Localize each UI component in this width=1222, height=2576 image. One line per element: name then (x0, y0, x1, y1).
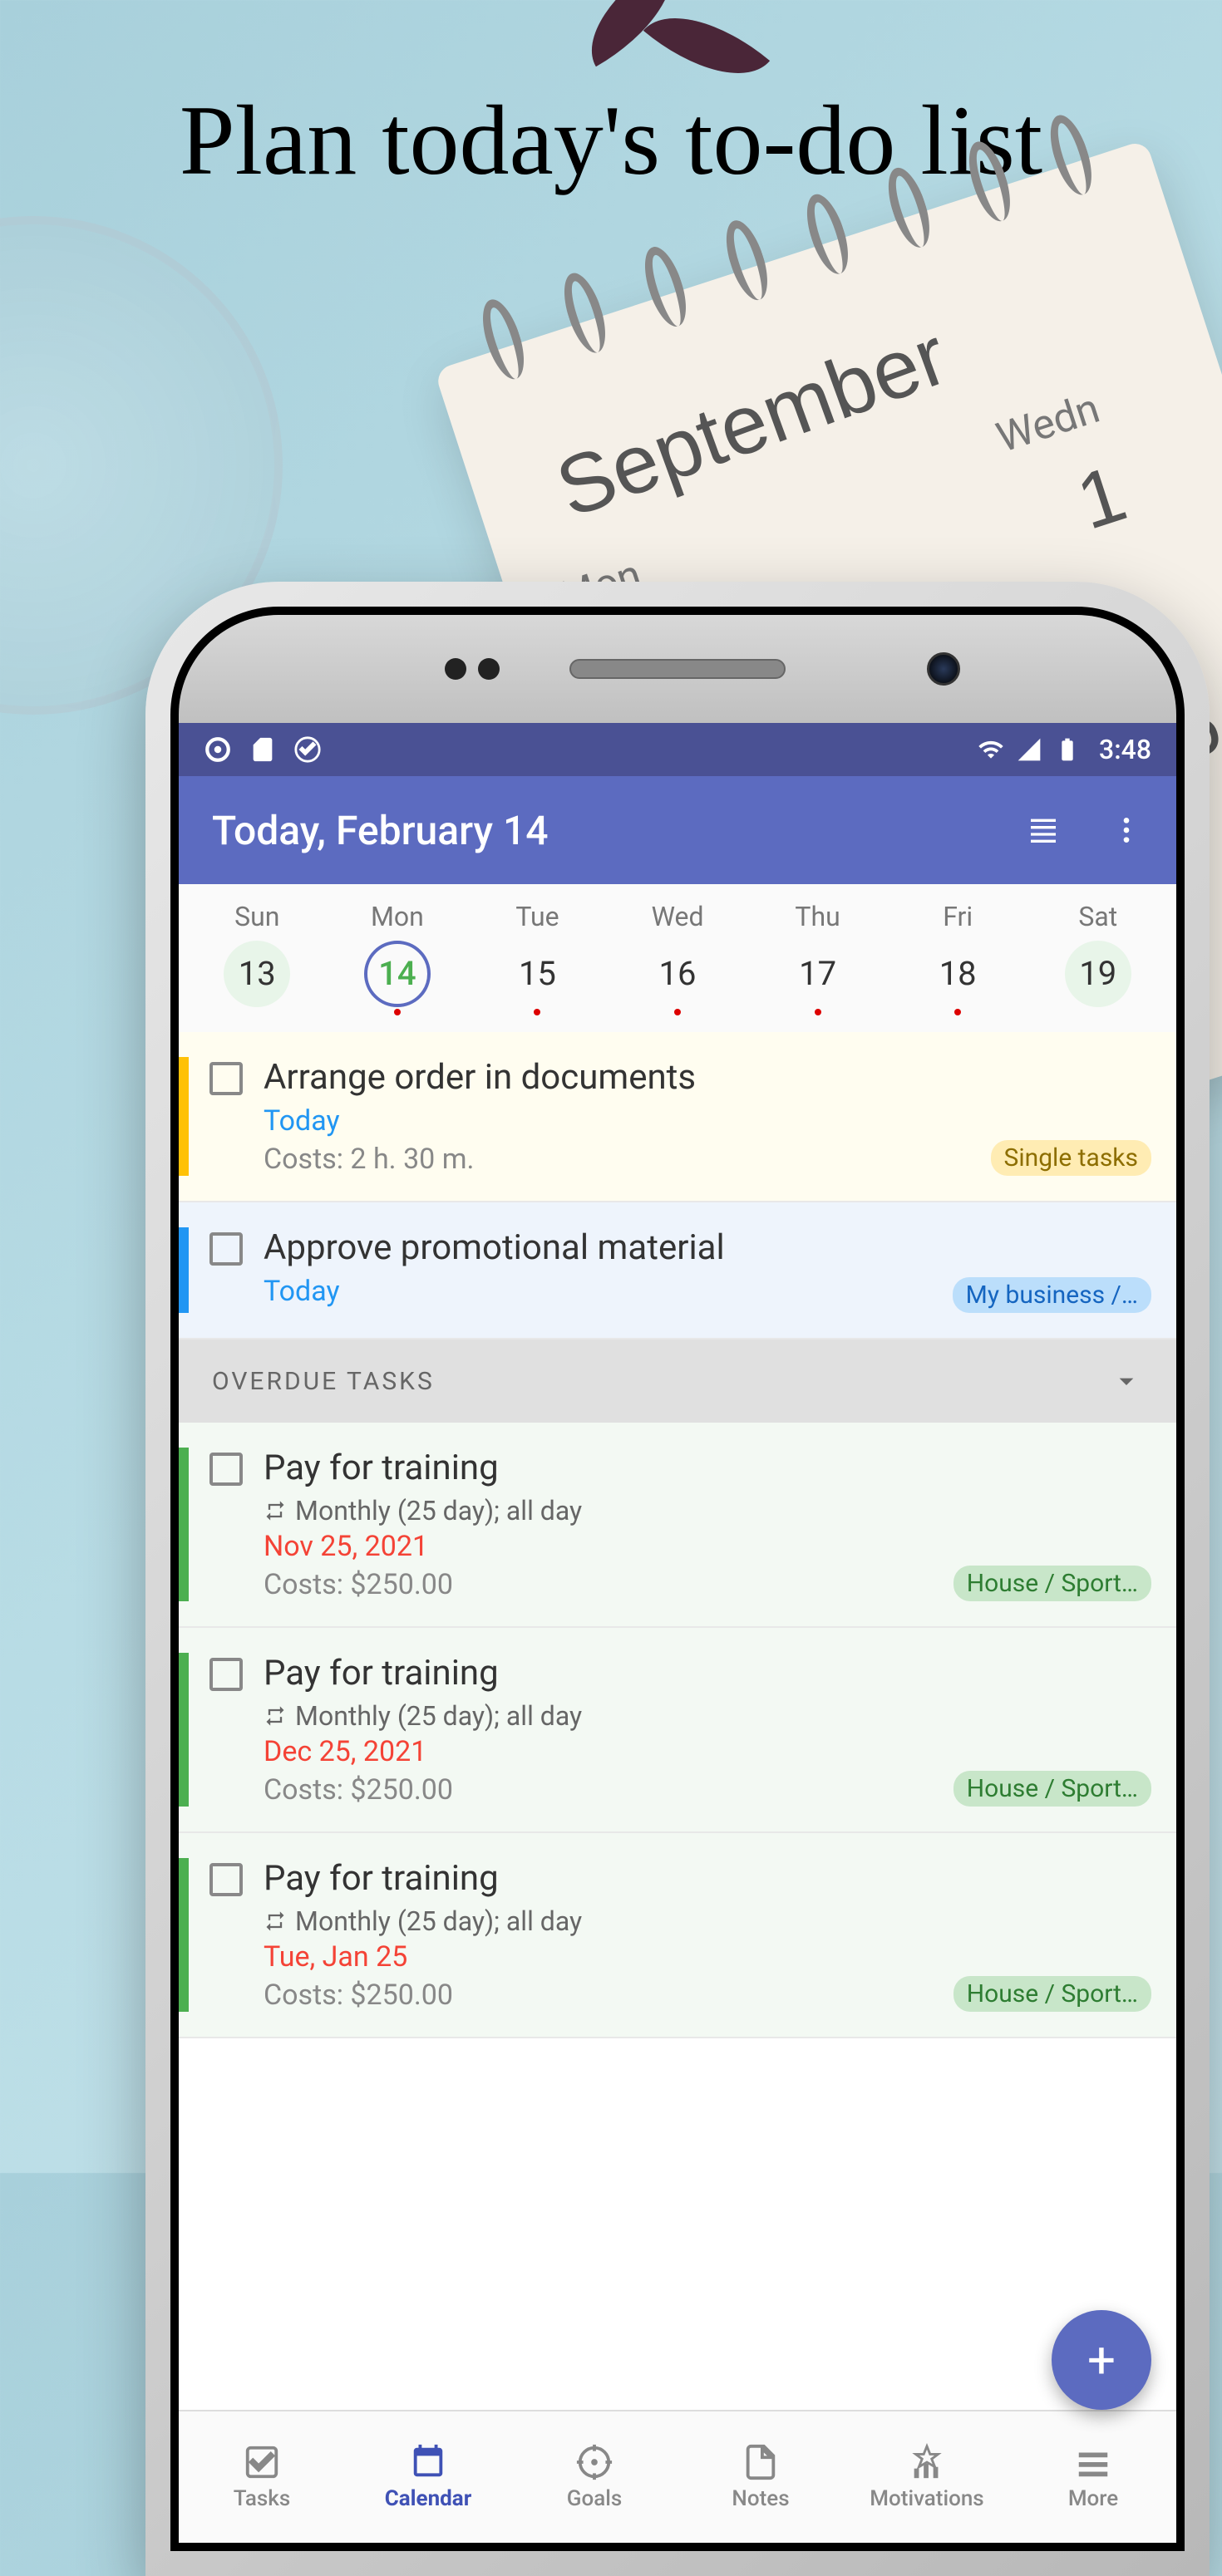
task-date: Tue, Jan 25 (264, 1940, 1151, 1974)
more-icon (1074, 2443, 1112, 2481)
nav-label: Notes (732, 2486, 789, 2511)
nav-more[interactable]: More (1010, 2411, 1176, 2543)
task-recurrence: Monthly (25 day); all day (264, 1905, 1151, 1937)
week-date[interactable]: 19 (1027, 941, 1168, 1007)
nav-label: Calendar (385, 2486, 472, 2511)
task-checkbox-wrap[interactable] (189, 1653, 264, 1807)
add-task-fab[interactable]: + (1052, 2310, 1151, 2410)
nav-calendar[interactable]: Calendar (345, 2411, 511, 2543)
check-circle-icon (293, 735, 322, 764)
nav-notes[interactable]: Notes (678, 2411, 844, 2543)
goals-icon (575, 2443, 613, 2481)
task-recurrence: Monthly (25 day); all day (264, 1700, 1151, 1732)
menu-lines-icon[interactable] (1027, 814, 1060, 847)
task-color-bar (179, 1448, 189, 1601)
nav-motivations[interactable]: Motivations (844, 2411, 1010, 2543)
task-title: Pay for training (264, 1858, 1151, 1899)
calendar-icon (409, 2443, 447, 2481)
week-date[interactable]: 14 (328, 941, 468, 1007)
week-day-label: Tue (467, 901, 608, 932)
week-date[interactable]: 15 (467, 941, 608, 1007)
task-item[interactable]: Approve promotional material Today My bu… (179, 1202, 1176, 1340)
week-date[interactable]: 18 (888, 941, 1028, 1007)
task-color-bar (179, 1057, 189, 1176)
task-checkbox-wrap[interactable] (189, 1858, 264, 2012)
status-time: 3:48 (1099, 734, 1151, 765)
phone-frame: 3:48 Today, February 14 SunMonTueWedThuF… (145, 582, 1210, 2576)
task-checkbox-wrap[interactable] (189, 1227, 264, 1313)
tasks-icon (243, 2443, 281, 2481)
task-color-bar (179, 1653, 189, 1807)
more-vert-icon[interactable] (1110, 814, 1143, 847)
app-bar: Today, February 14 (179, 776, 1176, 884)
task-title: Arrange order in documents (264, 1057, 1151, 1098)
nav-goals[interactable]: Goals (511, 2411, 678, 2543)
week-date[interactable]: 13 (187, 941, 328, 1007)
task-recurrence: Monthly (25 day); all day (264, 1495, 1151, 1526)
task-tag: My business /… (953, 1277, 1151, 1313)
nav-label: Motivations (870, 2486, 983, 2511)
week-date[interactable]: 16 (608, 941, 748, 1007)
nav-tasks[interactable]: Tasks (179, 2411, 345, 2543)
checkbox-icon[interactable] (209, 1453, 243, 1486)
task-title: Pay for training (264, 1448, 1151, 1488)
status-bar: 3:48 (179, 723, 1176, 776)
wifi-icon (978, 736, 1004, 763)
task-title: Pay for training (264, 1653, 1151, 1694)
week-date[interactable]: 17 (747, 941, 888, 1007)
nav-label: Goals (567, 2486, 623, 2511)
week-day-label: Wed (608, 901, 748, 932)
task-date: Today (264, 1104, 1151, 1138)
week-day-label: Thu (747, 901, 888, 932)
week-day-label: Fri (888, 901, 1028, 932)
checkbox-icon[interactable] (209, 1062, 243, 1095)
bottom-nav: Tasks Calendar Goals Notes Motivations More (179, 2410, 1176, 2543)
nav-label: Tasks (234, 2486, 291, 2511)
task-tag: House / Sport… (953, 1771, 1151, 1807)
task-color-bar (179, 1227, 189, 1313)
motivations-icon (908, 2443, 946, 2481)
app-title: Today, February 14 (212, 807, 549, 854)
checkbox-icon[interactable] (209, 1658, 243, 1691)
bg-num-1: 1 (1067, 449, 1136, 548)
task-checkbox-wrap[interactable] (189, 1057, 264, 1176)
checkbox-icon[interactable] (209, 1232, 243, 1266)
task-color-bar (179, 1858, 189, 2012)
chevron-down-icon (1110, 1364, 1143, 1398)
sd-card-icon (249, 735, 277, 764)
task-title: Approve promotional material (264, 1227, 1151, 1268)
battery-icon (1054, 736, 1081, 763)
background-leaf-decoration (565, 0, 765, 133)
overdue-section-header[interactable]: OVERDUE TASKS (179, 1340, 1176, 1423)
week-day-label: Sat (1027, 901, 1168, 932)
task-tag: Single tasks (991, 1140, 1151, 1176)
task-tag: House / Sport… (953, 1566, 1151, 1601)
task-date: Dec 25, 2021 (264, 1735, 1151, 1768)
circle-icon (204, 735, 232, 764)
phone-top-bezel (179, 615, 1176, 723)
week-day-label: Mon (328, 901, 468, 932)
task-list[interactable]: Arrange order in documents Today Costs: … (179, 1032, 1176, 2410)
task-item[interactable]: Pay for training Monthly (25 day); all d… (179, 1423, 1176, 1628)
checkbox-icon[interactable] (209, 1863, 243, 1896)
notes-icon (742, 2443, 780, 2481)
signal-icon (1016, 736, 1042, 763)
task-checkbox-wrap[interactable] (189, 1448, 264, 1601)
task-date: Nov 25, 2021 (264, 1530, 1151, 1563)
task-tag: House / Sport… (953, 1976, 1151, 2012)
section-title: OVERDUE TASKS (212, 1367, 435, 1396)
week-day-label: Sun (187, 901, 328, 932)
task-item[interactable]: Pay for training Monthly (25 day); all d… (179, 1628, 1176, 1833)
bg-day-wed: Wedn (991, 385, 1106, 463)
task-item[interactable]: Pay for training Monthly (25 day); all d… (179, 1833, 1176, 2038)
nav-label: More (1068, 2486, 1118, 2511)
week-header: SunMonTueWedThuFriSat 13141516171819 (179, 884, 1176, 1032)
task-item[interactable]: Arrange order in documents Today Costs: … (179, 1032, 1176, 1202)
